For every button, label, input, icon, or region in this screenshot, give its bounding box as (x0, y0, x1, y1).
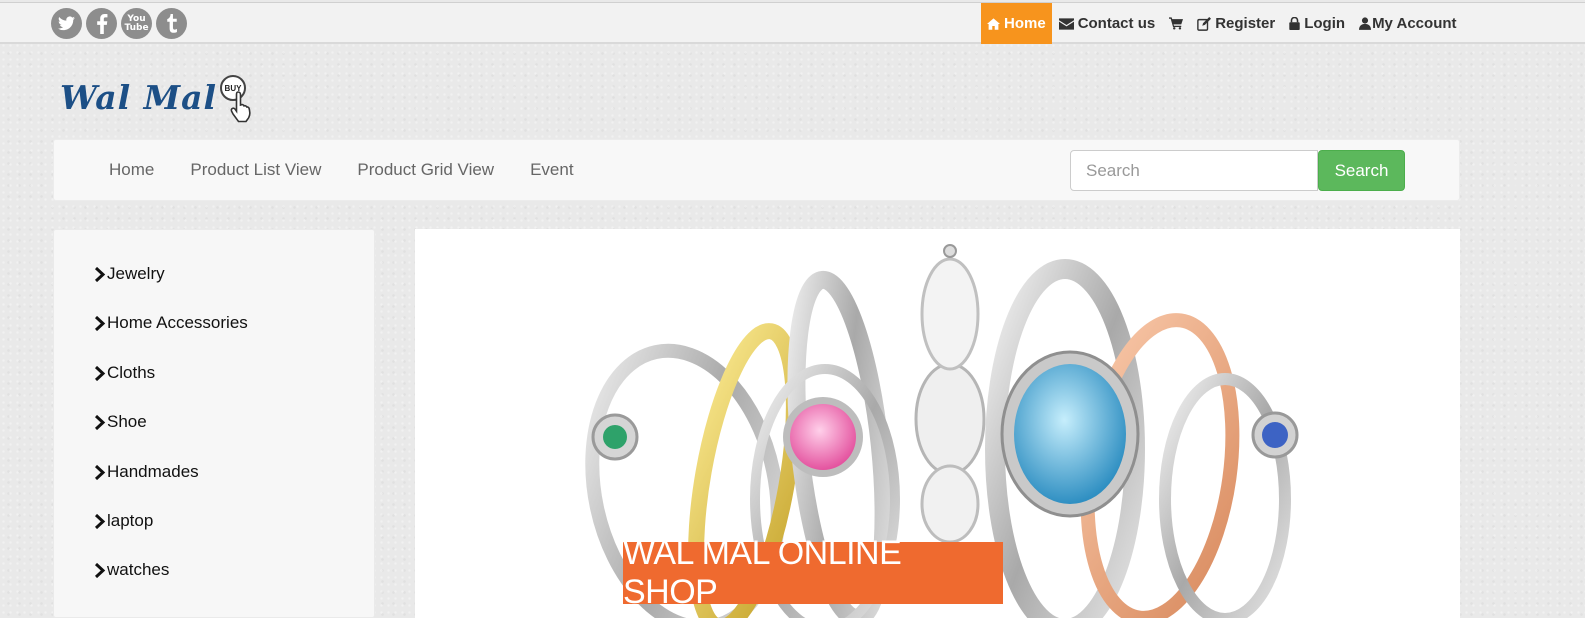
top-nav-home[interactable]: Home (981, 3, 1052, 44)
chevron-right-icon (94, 267, 106, 282)
category-label: watches (107, 560, 170, 580)
category-item-watches[interactable]: watches (94, 560, 248, 609)
main-nav-event[interactable]: Event (512, 160, 591, 180)
top-nav-contact[interactable]: Contact us (1052, 3, 1163, 44)
top-nav: Home Contact us Register Login My Accoun… (981, 3, 1464, 44)
lock-icon (1289, 17, 1300, 30)
youtube-icon[interactable]: You Tube (121, 8, 152, 39)
tumblr-icon[interactable] (156, 8, 187, 39)
search-button[interactable]: Search (1318, 150, 1405, 191)
top-nav-register[interactable]: Register (1190, 3, 1282, 44)
chevron-right-icon (94, 563, 106, 579)
top-nav-account-label: My Account (1372, 15, 1457, 32)
top-nav-cart[interactable] (1162, 3, 1190, 44)
logo-text: Wal Mal (60, 78, 218, 117)
chevron-right-icon (94, 415, 106, 431)
top-nav-contact-label: Contact us (1077, 15, 1156, 32)
category-label: Cloths (107, 362, 156, 382)
category-label: Shoe (107, 412, 147, 432)
home-icon (987, 17, 1000, 30)
category-sidebar: Jewelry Home Accessories Cloths Shoe Han… (53, 229, 375, 618)
cart-icon (1169, 17, 1184, 30)
main-nav-home[interactable]: Home (91, 160, 172, 180)
facebook-icon[interactable] (86, 8, 117, 39)
category-label: laptop (107, 510, 154, 530)
top-bar: You Tube Home Contact us Register Login (0, 2, 1585, 44)
banner-caption: WAL MAL ONLINE SHOP (623, 534, 1003, 611)
category-item-jewelry[interactable]: Jewelry (94, 264, 248, 313)
chevron-right-icon (94, 464, 106, 480)
main-nav-links: Home Product List View Product Grid View… (91, 140, 592, 200)
category-label: Home Accessories (107, 313, 248, 333)
top-nav-account[interactable]: My Account (1352, 3, 1463, 44)
main-nav: Home Product List View Product Grid View… (53, 139, 1460, 201)
category-label: Jewelry (107, 264, 165, 283)
youtube-label-bottom: Tube (124, 22, 149, 33)
category-item-shoe[interactable]: Shoe (94, 412, 248, 461)
edit-icon (1197, 16, 1212, 31)
main-nav-product-grid-view[interactable]: Product Grid View (339, 160, 512, 180)
top-nav-register-label: Register (1215, 15, 1276, 32)
hero-banner[interactable]: WAL MAL ONLINE SHOP (415, 229, 1460, 618)
top-nav-login-label: Login (1304, 15, 1346, 32)
envelope-icon (1058, 17, 1074, 30)
category-item-cloths[interactable]: Cloths (94, 363, 248, 412)
chevron-right-icon (94, 316, 106, 332)
category-label: Handmades (107, 461, 199, 481)
category-list: Jewelry Home Accessories Cloths Shoe Han… (94, 264, 248, 610)
top-nav-home-label: Home (1004, 15, 1046, 32)
twitter-icon[interactable] (51, 8, 82, 39)
chevron-right-icon (94, 365, 106, 381)
chevron-right-icon (94, 513, 106, 529)
top-nav-login[interactable]: Login (1282, 3, 1352, 44)
user-icon (1359, 17, 1372, 30)
category-item-laptop[interactable]: laptop (94, 511, 248, 560)
category-item-home-accessories[interactable]: Home Accessories (94, 313, 248, 362)
site-logo[interactable]: Wal Mal BUY (58, 72, 268, 128)
main-nav-product-list-view[interactable]: Product List View (172, 160, 339, 180)
hand-cursor-icon (230, 91, 251, 123)
social-links: You Tube (51, 8, 187, 39)
search-input[interactable] (1070, 150, 1318, 191)
category-item-handmades[interactable]: Handmades (94, 462, 248, 511)
